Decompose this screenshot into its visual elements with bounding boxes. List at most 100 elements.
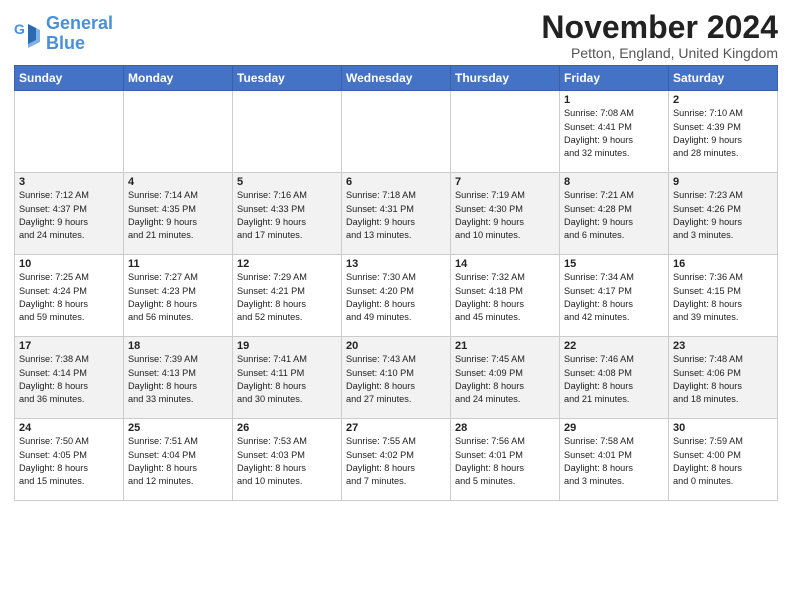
calendar-week-2: 10Sunrise: 7:25 AM Sunset: 4:24 PM Dayli… xyxy=(15,255,778,337)
calendar-week-4: 24Sunrise: 7:50 AM Sunset: 4:05 PM Dayli… xyxy=(15,419,778,501)
calendar-cell xyxy=(451,91,560,173)
calendar-cell: 5Sunrise: 7:16 AM Sunset: 4:33 PM Daylig… xyxy=(233,173,342,255)
calendar-cell: 1Sunrise: 7:08 AM Sunset: 4:41 PM Daylig… xyxy=(560,91,669,173)
day-number: 25 xyxy=(128,422,228,434)
day-info: Sunrise: 7:48 AM Sunset: 4:06 PM Dayligh… xyxy=(673,353,773,406)
day-info: Sunrise: 7:08 AM Sunset: 4:41 PM Dayligh… xyxy=(564,107,664,160)
day-number: 3 xyxy=(19,176,119,188)
calendar-cell: 16Sunrise: 7:36 AM Sunset: 4:15 PM Dayli… xyxy=(669,255,778,337)
day-number: 10 xyxy=(19,258,119,270)
calendar-cell: 13Sunrise: 7:30 AM Sunset: 4:20 PM Dayli… xyxy=(342,255,451,337)
day-number: 11 xyxy=(128,258,228,270)
calendar-week-1: 3Sunrise: 7:12 AM Sunset: 4:37 PM Daylig… xyxy=(15,173,778,255)
calendar-cell: 24Sunrise: 7:50 AM Sunset: 4:05 PM Dayli… xyxy=(15,419,124,501)
day-info: Sunrise: 7:14 AM Sunset: 4:35 PM Dayligh… xyxy=(128,189,228,242)
col-friday: Friday xyxy=(560,66,669,91)
day-number: 22 xyxy=(564,340,664,352)
day-number: 21 xyxy=(455,340,555,352)
calendar-cell: 7Sunrise: 7:19 AM Sunset: 4:30 PM Daylig… xyxy=(451,173,560,255)
day-number: 7 xyxy=(455,176,555,188)
page-container: G General Blue November 2024 Petton, Eng… xyxy=(0,0,792,507)
calendar-cell: 12Sunrise: 7:29 AM Sunset: 4:21 PM Dayli… xyxy=(233,255,342,337)
calendar-cell xyxy=(233,91,342,173)
header-row: G General Blue November 2024 Petton, Eng… xyxy=(14,10,778,61)
day-info: Sunrise: 7:23 AM Sunset: 4:26 PM Dayligh… xyxy=(673,189,773,242)
day-number: 19 xyxy=(237,340,337,352)
day-number: 29 xyxy=(564,422,664,434)
calendar-cell xyxy=(124,91,233,173)
calendar-cell: 26Sunrise: 7:53 AM Sunset: 4:03 PM Dayli… xyxy=(233,419,342,501)
day-info: Sunrise: 7:36 AM Sunset: 4:15 PM Dayligh… xyxy=(673,271,773,324)
calendar-cell: 27Sunrise: 7:55 AM Sunset: 4:02 PM Dayli… xyxy=(342,419,451,501)
day-info: Sunrise: 7:59 AM Sunset: 4:00 PM Dayligh… xyxy=(673,435,773,488)
calendar-cell: 9Sunrise: 7:23 AM Sunset: 4:26 PM Daylig… xyxy=(669,173,778,255)
day-info: Sunrise: 7:45 AM Sunset: 4:09 PM Dayligh… xyxy=(455,353,555,406)
logo-text: General Blue xyxy=(46,14,113,54)
col-sunday: Sunday xyxy=(15,66,124,91)
calendar-cell: 22Sunrise: 7:46 AM Sunset: 4:08 PM Dayli… xyxy=(560,337,669,419)
day-number: 4 xyxy=(128,176,228,188)
day-info: Sunrise: 7:46 AM Sunset: 4:08 PM Dayligh… xyxy=(564,353,664,406)
calendar-cell: 2Sunrise: 7:10 AM Sunset: 4:39 PM Daylig… xyxy=(669,91,778,173)
day-number: 18 xyxy=(128,340,228,352)
calendar-cell: 10Sunrise: 7:25 AM Sunset: 4:24 PM Dayli… xyxy=(15,255,124,337)
day-info: Sunrise: 7:53 AM Sunset: 4:03 PM Dayligh… xyxy=(237,435,337,488)
day-info: Sunrise: 7:18 AM Sunset: 4:31 PM Dayligh… xyxy=(346,189,446,242)
day-number: 27 xyxy=(346,422,446,434)
day-number: 30 xyxy=(673,422,773,434)
col-saturday: Saturday xyxy=(669,66,778,91)
day-info: Sunrise: 7:30 AM Sunset: 4:20 PM Dayligh… xyxy=(346,271,446,324)
calendar-cell: 23Sunrise: 7:48 AM Sunset: 4:06 PM Dayli… xyxy=(669,337,778,419)
day-info: Sunrise: 7:43 AM Sunset: 4:10 PM Dayligh… xyxy=(346,353,446,406)
logo-line1: General xyxy=(46,13,113,33)
day-number: 9 xyxy=(673,176,773,188)
day-info: Sunrise: 7:58 AM Sunset: 4:01 PM Dayligh… xyxy=(564,435,664,488)
calendar-cell: 11Sunrise: 7:27 AM Sunset: 4:23 PM Dayli… xyxy=(124,255,233,337)
col-tuesday: Tuesday xyxy=(233,66,342,91)
day-number: 1 xyxy=(564,94,664,106)
day-number: 24 xyxy=(19,422,119,434)
calendar-cell: 17Sunrise: 7:38 AM Sunset: 4:14 PM Dayli… xyxy=(15,337,124,419)
logo-icon: G xyxy=(14,20,42,48)
day-info: Sunrise: 7:51 AM Sunset: 4:04 PM Dayligh… xyxy=(128,435,228,488)
day-number: 17 xyxy=(19,340,119,352)
calendar-cell xyxy=(342,91,451,173)
logo-line2: Blue xyxy=(46,33,85,53)
calendar-cell: 14Sunrise: 7:32 AM Sunset: 4:18 PM Dayli… xyxy=(451,255,560,337)
day-info: Sunrise: 7:21 AM Sunset: 4:28 PM Dayligh… xyxy=(564,189,664,242)
day-info: Sunrise: 7:27 AM Sunset: 4:23 PM Dayligh… xyxy=(128,271,228,324)
day-info: Sunrise: 7:55 AM Sunset: 4:02 PM Dayligh… xyxy=(346,435,446,488)
col-thursday: Thursday xyxy=(451,66,560,91)
day-number: 16 xyxy=(673,258,773,270)
day-number: 23 xyxy=(673,340,773,352)
calendar-cell: 3Sunrise: 7:12 AM Sunset: 4:37 PM Daylig… xyxy=(15,173,124,255)
day-info: Sunrise: 7:12 AM Sunset: 4:37 PM Dayligh… xyxy=(19,189,119,242)
day-number: 15 xyxy=(564,258,664,270)
day-number: 20 xyxy=(346,340,446,352)
calendar-cell: 28Sunrise: 7:56 AM Sunset: 4:01 PM Dayli… xyxy=(451,419,560,501)
day-info: Sunrise: 7:16 AM Sunset: 4:33 PM Dayligh… xyxy=(237,189,337,242)
calendar-week-3: 17Sunrise: 7:38 AM Sunset: 4:14 PM Dayli… xyxy=(15,337,778,419)
calendar-cell: 20Sunrise: 7:43 AM Sunset: 4:10 PM Dayli… xyxy=(342,337,451,419)
calendar-cell: 4Sunrise: 7:14 AM Sunset: 4:35 PM Daylig… xyxy=(124,173,233,255)
day-info: Sunrise: 7:39 AM Sunset: 4:13 PM Dayligh… xyxy=(128,353,228,406)
calendar-cell: 15Sunrise: 7:34 AM Sunset: 4:17 PM Dayli… xyxy=(560,255,669,337)
day-number: 26 xyxy=(237,422,337,434)
location: Petton, England, United Kingdom xyxy=(541,45,778,61)
calendar-cell: 19Sunrise: 7:41 AM Sunset: 4:11 PM Dayli… xyxy=(233,337,342,419)
svg-text:G: G xyxy=(14,21,25,37)
day-info: Sunrise: 7:41 AM Sunset: 4:11 PM Dayligh… xyxy=(237,353,337,406)
day-info: Sunrise: 7:19 AM Sunset: 4:30 PM Dayligh… xyxy=(455,189,555,242)
calendar-cell xyxy=(15,91,124,173)
day-number: 14 xyxy=(455,258,555,270)
calendar-cell: 8Sunrise: 7:21 AM Sunset: 4:28 PM Daylig… xyxy=(560,173,669,255)
day-number: 12 xyxy=(237,258,337,270)
calendar-cell: 18Sunrise: 7:39 AM Sunset: 4:13 PM Dayli… xyxy=(124,337,233,419)
day-info: Sunrise: 7:56 AM Sunset: 4:01 PM Dayligh… xyxy=(455,435,555,488)
day-number: 2 xyxy=(673,94,773,106)
calendar-week-0: 1Sunrise: 7:08 AM Sunset: 4:41 PM Daylig… xyxy=(15,91,778,173)
day-info: Sunrise: 7:38 AM Sunset: 4:14 PM Dayligh… xyxy=(19,353,119,406)
day-info: Sunrise: 7:32 AM Sunset: 4:18 PM Dayligh… xyxy=(455,271,555,324)
day-info: Sunrise: 7:29 AM Sunset: 4:21 PM Dayligh… xyxy=(237,271,337,324)
day-number: 6 xyxy=(346,176,446,188)
